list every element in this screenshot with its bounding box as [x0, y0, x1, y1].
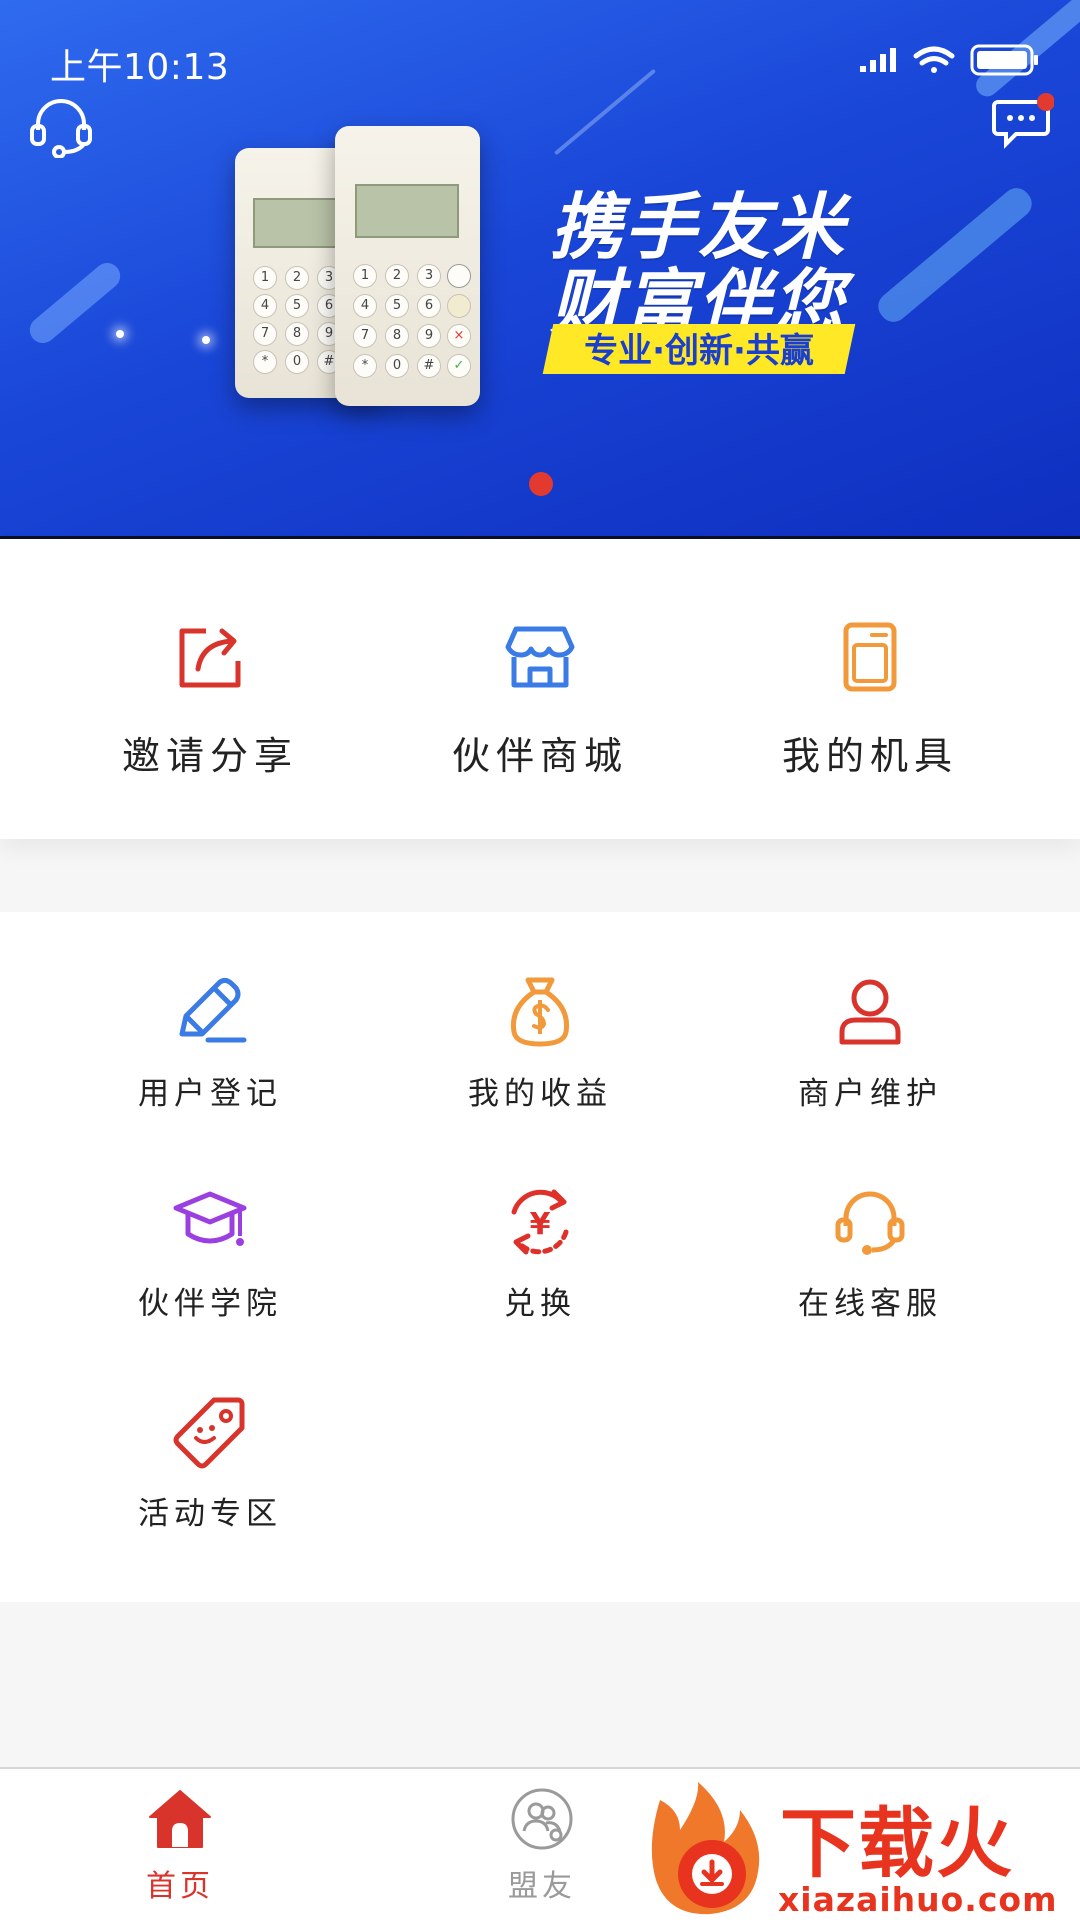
function-grid: 用户登记 我的收益 商户维护 伙伴学院 ¥ 兑换 在线客服 活动专区	[0, 912, 1080, 1602]
watermark-text: 下载火	[780, 1799, 1014, 1888]
share-icon	[179, 628, 241, 688]
device-icon	[843, 622, 897, 692]
graduation-cap-icon	[173, 1191, 247, 1246]
pencil-icon	[179, 977, 247, 1043]
tab-friends[interactable]: 盟友	[442, 1787, 642, 1905]
wifi-icon	[913, 46, 955, 73]
headset-icon	[835, 1191, 905, 1255]
grid-item-label: 兑换	[504, 1286, 576, 1322]
grid-item-online-service[interactable]: 在线客服	[690, 1182, 1050, 1323]
exchange-yen-icon: ¥	[511, 1189, 569, 1255]
quick-item-partner-mall[interactable]: 伙伴商城	[360, 619, 720, 780]
grid-item-label: 商户维护	[798, 1076, 942, 1112]
grid-item-label: 活动专区	[138, 1496, 282, 1532]
watermark-logo: 下载火 xiazaihuo.com	[640, 1780, 1080, 1920]
quick-menu: 邀请分享 伙伴商城 我的机具	[0, 539, 1080, 839]
grid-item-label: 用户登记	[138, 1076, 282, 1112]
quick-item-my-devices[interactable]: 我的机具	[690, 619, 1050, 780]
grid-item-user-registration[interactable]: 用户登记	[30, 972, 390, 1113]
user-icon	[839, 979, 901, 1045]
tag-icon	[173, 1397, 245, 1469]
watermark-url: xiazaihuo.com	[778, 1880, 1058, 1919]
money-bag-icon	[510, 977, 570, 1047]
svg-text:¥: ¥	[530, 1207, 551, 1242]
quick-item-label: 邀请分享	[121, 734, 298, 778]
quick-item-invite-share[interactable]: 邀请分享	[30, 619, 390, 780]
grid-item-promotions[interactable]: 活动专区	[30, 1392, 390, 1533]
status-icons	[860, 44, 1038, 76]
tab-home[interactable]: 首页	[80, 1787, 280, 1905]
battery-icon	[970, 44, 1038, 76]
store-icon	[505, 626, 575, 688]
signal-icon	[860, 48, 896, 72]
message-icon[interactable]	[990, 88, 1054, 152]
grid-item-merchant-maintenance[interactable]: 商户维护	[690, 972, 1050, 1113]
quick-item-label: 我的机具	[781, 734, 958, 778]
status-time: 上午10:13	[50, 47, 230, 88]
grid-item-my-earnings[interactable]: 我的收益	[360, 972, 720, 1113]
flame-logo-icon	[651, 1782, 760, 1915]
friends-icon	[511, 1788, 573, 1850]
grid-item-label: 我的收益	[468, 1076, 612, 1112]
grid-item-label: 在线客服	[798, 1286, 942, 1322]
message-badge	[1037, 93, 1054, 111]
grid-item-partner-academy[interactable]: 伙伴学院	[30, 1182, 390, 1323]
grid-item-exchange[interactable]: ¥ 兑换	[360, 1182, 720, 1323]
home-icon	[149, 1790, 211, 1848]
banner-carousel[interactable]: 上午10:13 1 2 3 4 5 6 7 8 9 * 0 # 1 2 3 4 …	[0, 0, 1080, 539]
grid-item-label: 伙伴学院	[138, 1286, 282, 1322]
headset-icon[interactable]	[28, 92, 94, 158]
quick-item-label: 伙伴商城	[451, 734, 628, 778]
banner-tagline: 专业·创新·共赢	[584, 331, 814, 371]
carousel-indicator-dot[interactable]	[529, 472, 553, 496]
tab-friends-label: 盟友	[508, 1869, 576, 1904]
tab-home-label: 首页	[146, 1869, 214, 1904]
